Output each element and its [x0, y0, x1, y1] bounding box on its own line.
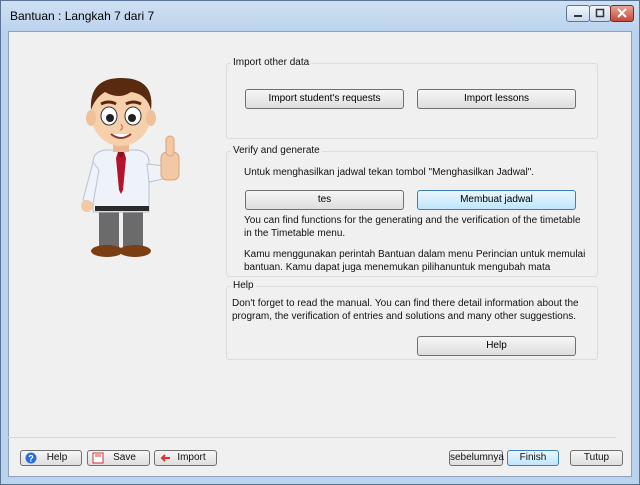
close-wizard-button[interactable]: Tutup	[570, 450, 623, 466]
help-icon: ?	[25, 452, 37, 464]
verify-and-generate-group: Verify and generate Untuk menghasilkan j…	[226, 145, 598, 277]
save-icon	[92, 452, 104, 464]
import-lessons-button[interactable]: Import lessons	[417, 89, 576, 109]
finish-button[interactable]: Finish	[507, 450, 559, 466]
import-arrow-icon	[160, 454, 170, 462]
footer-save-button[interactable]: Save	[87, 450, 150, 466]
tes-button[interactable]: tes	[245, 190, 404, 210]
footer-help-button[interactable]: ? Help	[20, 450, 82, 466]
generate-timetable-button[interactable]: Membuat jadwal	[417, 190, 576, 210]
help-menu-info-text: Kamu menggunakan perintah Bantuan dalam …	[244, 249, 586, 273]
help-manual-button[interactable]: Help	[417, 336, 576, 356]
help-group: Help Don't forget to read the manual. Yo…	[226, 280, 598, 360]
title-bar[interactable]: Bantuan : Langkah 7 dari 7	[1, 1, 639, 31]
generate-instruction-text: Untuk menghasilkan jadwal tekan tombol "…	[244, 167, 535, 178]
import-other-data-group: Import other data Import student's reque…	[226, 57, 598, 139]
close-icon	[617, 8, 627, 18]
import-students-requests-button[interactable]: Import student's requests	[245, 89, 404, 109]
teacher-mascot-illustration	[81, 78, 180, 257]
help-group-title: Help	[231, 280, 256, 291]
verify-group-title: Verify and generate	[231, 145, 322, 156]
footer-separator	[8, 437, 616, 438]
timetable-menu-info-text: You can find functions for the generatin…	[244, 215, 581, 239]
minimize-button[interactable]	[566, 5, 590, 22]
footer-import-label: Import	[177, 452, 206, 463]
close-button[interactable]	[610, 5, 634, 22]
footer-import-button[interactable]: Import	[154, 450, 217, 466]
wizard-window: Bantuan : Langkah 7 dari 7 Import other …	[0, 0, 640, 485]
window-title: Bantuan : Langkah 7 dari 7	[10, 9, 155, 23]
client-area: Import other data Import student's reque…	[8, 31, 632, 477]
footer-help-label: Help	[46, 452, 68, 463]
import-group-title: Import other data	[231, 57, 312, 68]
maximize-icon	[595, 8, 605, 18]
footer-save-label: Save	[113, 452, 136, 463]
previous-button[interactable]: sebelumnya	[449, 450, 504, 466]
maximize-button[interactable]	[589, 5, 611, 22]
manual-info-text: Don't forget to read the manual. You can…	[232, 298, 579, 322]
minimize-icon	[574, 15, 582, 17]
svg-text:?: ?	[28, 454, 34, 464]
